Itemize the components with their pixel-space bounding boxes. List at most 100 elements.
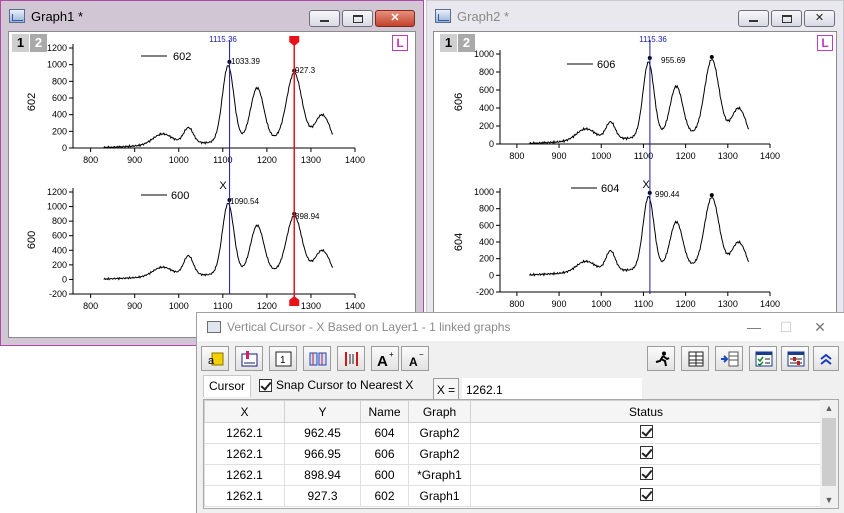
column-header-name[interactable]: Name [360,400,409,423]
table-scrollbar[interactable]: ▲ ▼ [820,400,838,508]
x-axis-label: X [642,179,650,191]
x-tick-label: 1400 [345,301,365,311]
x-tick-label: 900 [127,301,142,311]
graph1-window[interactable]: Graph1 * ✕ 1 2 L 1115.36 602 602 1033.39… [0,0,424,346]
checklist-button[interactable] [749,346,777,371]
cell-graph: Graph2 [408,443,471,465]
export-button[interactable] [715,346,743,371]
collapse-button[interactable] [813,346,839,371]
graph2-title-bar[interactable]: Graph2 * ✕ [427,1,843,31]
decrease-font-button[interactable]: A − [401,346,429,371]
graph2-title: Graph2 * [457,9,510,24]
table-row[interactable]: 1262.1 927.3 602 Graph1 [204,485,822,507]
increase-font-button[interactable]: A + [371,346,399,371]
graph1-top-layer: 602 602 1033.39 927.3 0 200 400 600 800 1000 1… [26,43,365,165]
x-tick-label: 1200 [257,301,277,311]
cursor-toolbar: a 1 A + A − X = [197,345,844,402]
y-tick-label: 400 [52,245,67,255]
table-row[interactable]: 1262.1 962.45 604 Graph2 [204,422,822,444]
running-man-icon [655,351,670,367]
table-row[interactable]: 1262.1 966.95 606 Graph2 [204,443,822,465]
x-tick-label: 1300 [718,151,738,161]
status-checkbox[interactable] [639,446,653,459]
minimize-button[interactable] [309,10,340,27]
graph1-canvas[interactable]: 1 2 L 1115.36 602 602 1033.39 927.3 0 200… [8,31,416,338]
status-checkbox[interactable] [639,467,653,480]
x-tick-label: 1300 [301,155,321,165]
y-axis-label: 602 [26,93,38,111]
svg-text:−: − [419,351,424,359]
cell-status [470,422,822,444]
scrollbar-thumb[interactable] [822,418,836,486]
scroll-down-icon[interactable]: ▼ [820,492,838,508]
maximize-button[interactable]: ☐ [776,317,796,337]
two-cursors-icon [309,352,327,366]
column-header-graph[interactable]: Graph [408,400,471,423]
data-table-button[interactable] [681,346,709,371]
graph1-plot[interactable]: 1115.36 602 602 1033.39 927.3 0200400600… [9,32,416,338]
status-checkbox[interactable] [639,425,653,438]
legend-label: 604 [601,183,619,195]
maximize-button[interactable] [342,10,373,27]
series-line [529,195,750,277]
y-tick-label: 800 [479,67,494,77]
snap-cursor-label: Snap Cursor to Nearest X [276,378,414,392]
single-cursor-button[interactable]: 1 [269,346,297,371]
graph1-bottom-layer: 600 X 600 1090.54 898.94 -200 0 200 400 600 8… [26,180,365,311]
graph2-plot[interactable]: 1115.36 606 606 955.69 0 200 400 600 800 1000… [434,32,837,319]
snap-cursor-option[interactable]: Snap Cursor to Nearest X [259,378,413,392]
y-tick-label: 400 [479,103,494,113]
close-button[interactable]: ✕ [375,10,415,27]
column-header-status[interactable]: Status [470,400,822,423]
table-row[interactable]: 1262.1 898.94 600 *Graph1 [204,464,822,486]
y-tick-label: 1000 [474,187,494,197]
scroll-up-icon[interactable]: ▲ [820,400,838,416]
maximize-button[interactable] [771,10,802,27]
graph-icon [9,9,25,23]
snap-cursor-checkbox[interactable] [259,378,272,392]
table-header-row: X Y Name Graph Status [204,400,822,423]
close-button[interactable]: ✕ [810,317,830,337]
minimize-button[interactable]: — [744,317,764,337]
cursor-range-button[interactable] [337,346,365,371]
x-tick-label: 1300 [718,299,738,309]
y-tick-label: 400 [479,237,494,247]
series-line [529,59,750,145]
x-tick-label: 1000 [591,151,611,161]
graph2-window[interactable]: Graph2 * ✕ 1 2 L 1115.36 606 606 955.69 … [426,0,844,320]
point-label: 927.3 [295,66,316,75]
cursor-data-table: X Y Name Graph Status 1262.1 962.45 604 … [203,399,839,509]
graph2-canvas[interactable]: 1 2 L 1115.36 606 606 955.69 0 200 400 600 8… [433,31,837,319]
tab-cursor[interactable]: Cursor [203,375,251,397]
vertical-cursor-window[interactable]: Vertical Cursor - X Based on Layer1 - 1 … [196,312,844,513]
one-cursor-icon: 1 [275,351,292,367]
x-tick-label: 800 [83,301,98,311]
x-tick-label: 900 [552,299,567,309]
y-tick-label: 200 [479,121,494,131]
column-header-y[interactable]: Y [284,400,361,423]
close-button[interactable]: ✕ [804,10,835,27]
x-tick-label: 800 [509,151,524,161]
y-tick-label: 1000 [474,49,494,59]
dual-cursor-button[interactable] [303,346,331,371]
go-button[interactable] [647,346,675,371]
y-tick-label: 400 [52,110,67,120]
column-header-x[interactable]: X [204,400,285,423]
cell-status [470,464,822,486]
y-tick-label: 800 [52,216,67,226]
status-checkbox[interactable] [639,488,653,501]
settings-button[interactable] [781,346,809,371]
x-tick-label: 800 [83,155,98,165]
copy-graph-button[interactable] [235,346,263,371]
cell-status [470,443,822,465]
graph2-top-layer: 606 606 955.69 0 200 400 600 800 1000 800 900 10… [453,49,780,161]
add-cursor-button[interactable]: a [201,346,229,371]
y-tick-label: 600 [479,85,494,95]
y-tick-label: 600 [52,231,67,241]
y-tick-label: 0 [62,143,67,153]
cursor-window-title-bar[interactable]: Vertical Cursor - X Based on Layer1 - 1 … [197,313,844,341]
svg-text:+: + [389,351,394,359]
graph1-title-bar[interactable]: Graph1 * ✕ [1,1,423,31]
x-tick-label: 900 [127,155,142,165]
minimize-button[interactable] [738,10,769,27]
